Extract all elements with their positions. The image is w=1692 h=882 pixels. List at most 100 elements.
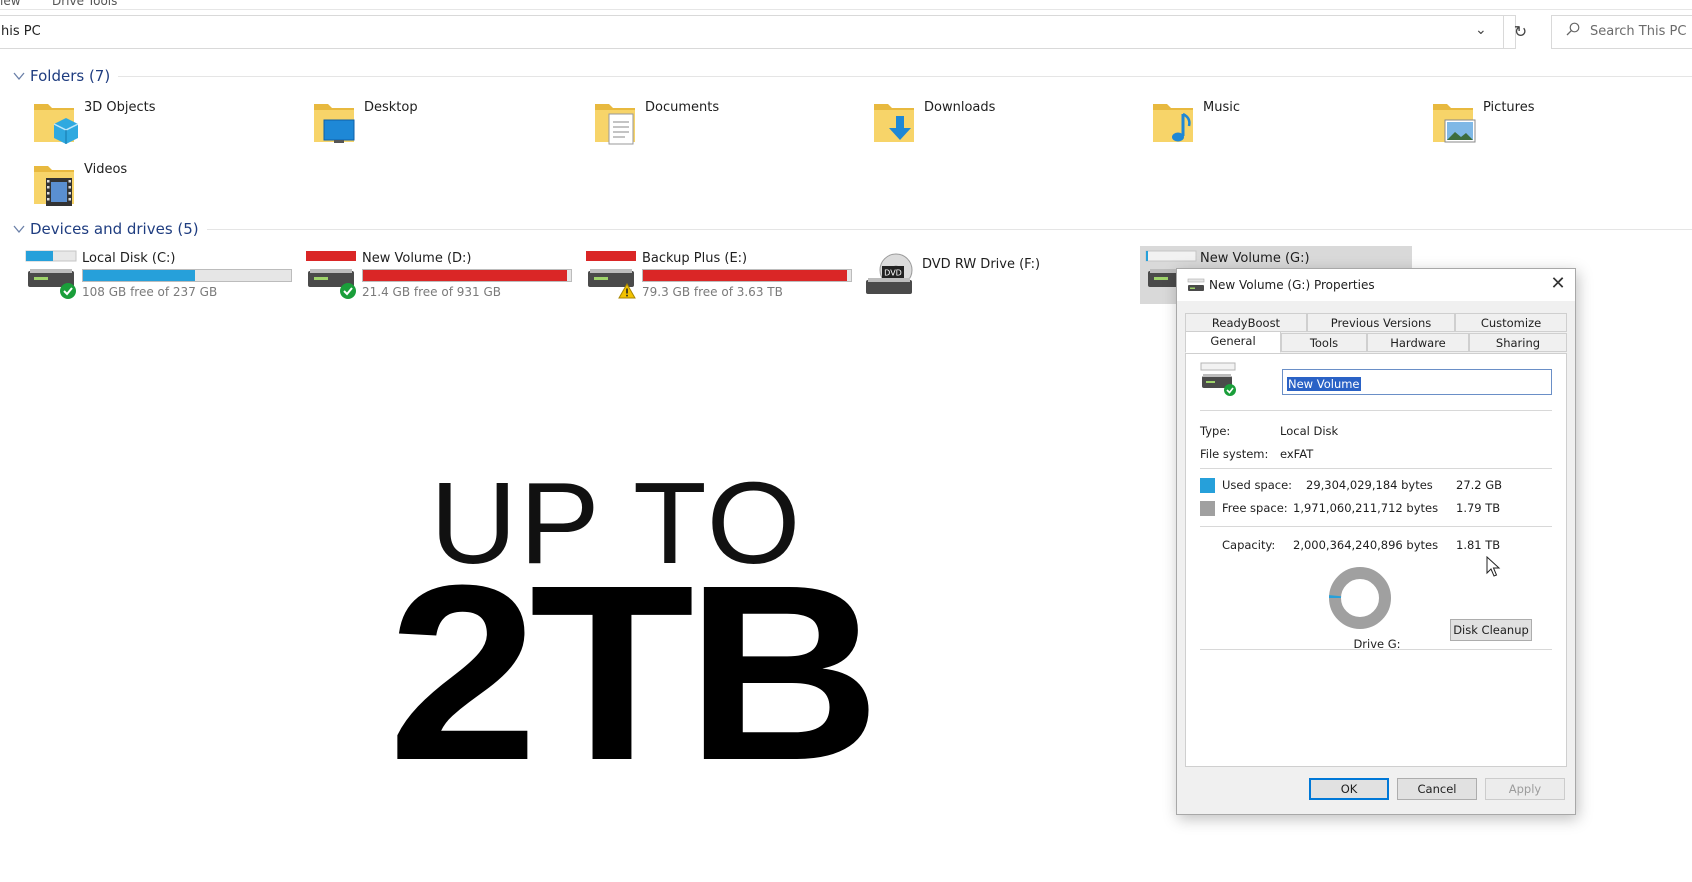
folder-item-videos[interactable]: Videos	[32, 160, 292, 212]
folder-label: Pictures	[1483, 100, 1535, 115]
drives-group-header[interactable]: Devices and drives (5)	[12, 218, 1692, 240]
divider	[1200, 649, 1552, 650]
search-input[interactable]	[1590, 24, 1692, 39]
desktop-folder-icon	[314, 104, 355, 143]
drive-label: Backup Plus (E:)	[642, 251, 748, 266]
group-divider	[118, 75, 1692, 77]
dvd-drive-icon: DVD	[866, 253, 913, 294]
folder-label: 3D Objects	[84, 100, 156, 115]
drive-item-d[interactable]: New Volume (D:) 21.4 GB free of 931 GB	[304, 249, 574, 309]
tab-general[interactable]: General	[1185, 331, 1281, 353]
cancel-button[interactable]: Cancel	[1397, 778, 1477, 800]
free-space-swatch	[1200, 501, 1215, 516]
mouse-cursor-icon	[1486, 556, 1501, 577]
volume-name-input[interactable]: New Volume	[1282, 369, 1552, 395]
chevron-down-icon[interactable]: ⌄	[1475, 22, 1487, 38]
tab-tools[interactable]: Tools	[1281, 333, 1367, 352]
file-system-label: File system:	[1200, 447, 1269, 461]
free-space-label: Free space:	[1222, 501, 1288, 515]
drives-group-title: Devices and drives (5)	[30, 220, 199, 238]
tab-previous-versions[interactable]: Previous Versions	[1307, 313, 1455, 332]
drive-item-c[interactable]: Local Disk (C:) 108 GB free of 237 GB	[24, 249, 294, 309]
ribbon-tab-view[interactable]: iew	[0, 0, 21, 8]
general-tab-panel: New Volume Type: Local Disk File system:…	[1185, 353, 1567, 767]
drive-free-text: 21.4 GB free of 931 GB	[362, 285, 501, 299]
drive-label: Local Disk (C:)	[82, 251, 176, 266]
used-space-bytes: 29,304,029,184 bytes	[1306, 478, 1433, 492]
tab-hardware[interactable]: Hardware	[1367, 333, 1469, 352]
capacity-size: 1.81 TB	[1456, 538, 1501, 552]
capacity-label: Capacity:	[1222, 538, 1276, 552]
folder-item-3d-objects[interactable]: 3D Objects	[32, 98, 292, 150]
folder-item-desktop[interactable]: Desktop	[312, 98, 572, 150]
drive-item-e[interactable]: Backup Plus (E:) 79.3 GB free of 3.63 TB	[584, 249, 854, 309]
folder-label: Documents	[645, 100, 720, 115]
search-box[interactable]	[1551, 15, 1692, 49]
type-label: Type:	[1200, 424, 1231, 438]
ribbon-tab-drive-tools[interactable]: Drive Tools	[52, 0, 117, 8]
chevron-down-icon[interactable]	[12, 69, 26, 83]
tab-readyboost[interactable]: ReadyBoost	[1185, 313, 1307, 332]
chevron-down-icon[interactable]	[12, 222, 26, 236]
drive-item-f[interactable]: DVD DVD RW Drive (F:)	[864, 252, 1064, 312]
documents-folder-icon	[595, 104, 635, 145]
address-bar[interactable]: his PC ⌄ ↻	[0, 15, 1527, 49]
search-icon	[1566, 22, 1580, 36]
properties-dialog: New Volume (G:) Properties ✕ ReadyBoost …	[1176, 268, 1576, 815]
folder-item-documents[interactable]: Documents	[593, 98, 853, 150]
drive-free-text: 79.3 GB free of 3.63 TB	[642, 285, 783, 299]
file-system-value: exFAT	[1280, 447, 1314, 461]
music-folder-icon	[1153, 104, 1193, 142]
drive-label: New Volume (D:)	[362, 251, 472, 266]
capacity-bytes: 2,000,364,240,896 bytes	[1293, 538, 1439, 552]
pictures-folder-icon	[1433, 104, 1476, 143]
hard-drive-icon	[25, 250, 77, 299]
folder-label: Desktop	[364, 100, 418, 115]
drive-usage-bar	[362, 269, 572, 282]
group-divider	[206, 228, 1692, 230]
folder-label: Downloads	[924, 100, 996, 115]
drive-usage-bar	[82, 269, 292, 282]
drive-label: New Volume (G:)	[1200, 251, 1310, 266]
divider	[1200, 526, 1552, 527]
folder-label: Music	[1203, 100, 1240, 115]
3d-objects-folder-icon	[34, 104, 78, 144]
folder-item-downloads[interactable]: Downloads	[872, 98, 1132, 150]
ok-button[interactable]: OK	[1309, 778, 1389, 800]
tab-customize[interactable]: Customize	[1455, 313, 1567, 332]
folder-item-pictures[interactable]: Pictures	[1431, 98, 1691, 150]
drive-free-text: 108 GB free of 237 GB	[82, 285, 218, 299]
free-space-bytes: 1,971,060,211,712 bytes	[1293, 501, 1439, 515]
type-value: Local Disk	[1280, 424, 1339, 438]
divider	[1200, 468, 1552, 469]
used-space-swatch	[1200, 478, 1215, 493]
disk-cleanup-button[interactable]: Disk Cleanup	[1450, 619, 1532, 641]
address-path[interactable]: his PC	[1, 24, 41, 39]
volume-name-text[interactable]: New Volume	[1287, 377, 1361, 391]
apply-button[interactable]: Apply	[1485, 778, 1565, 800]
downloads-folder-icon	[874, 104, 914, 142]
svg-text:DVD: DVD	[884, 269, 902, 278]
used-space-size: 27.2 GB	[1456, 478, 1503, 492]
folder-item-music[interactable]: Music	[1151, 98, 1411, 150]
videos-folder-icon	[34, 166, 74, 206]
refresh-icon[interactable]: ↻	[1503, 16, 1537, 48]
overlay-heading-2tb: 2TB	[388, 533, 881, 812]
drive-usage-bar	[642, 269, 852, 282]
hard-drive-icon	[1200, 362, 1236, 396]
disk-usage-donut	[1329, 567, 1391, 629]
used-space-label: Used space:	[1222, 478, 1293, 492]
drive-label: DVD RW Drive (F:)	[922, 257, 1041, 272]
drive-icon	[1187, 278, 1205, 291]
close-icon[interactable]: ✕	[1541, 269, 1575, 301]
free-space-size: 1.79 TB	[1456, 501, 1501, 515]
dialog-titlebar[interactable]: New Volume (G:) Properties ✕	[1177, 269, 1575, 301]
warning-icon	[618, 283, 636, 299]
hard-drive-icon	[306, 251, 356, 299]
dialog-title: New Volume (G:) Properties	[1209, 278, 1375, 292]
ribbon-strip: iew Drive Tools	[0, 0, 1692, 10]
folders-group-title: Folders (7)	[30, 67, 111, 85]
folder-label: Videos	[84, 162, 128, 177]
tab-sharing[interactable]: Sharing	[1469, 333, 1567, 352]
folders-group-header[interactable]: Folders (7)	[12, 65, 1692, 87]
